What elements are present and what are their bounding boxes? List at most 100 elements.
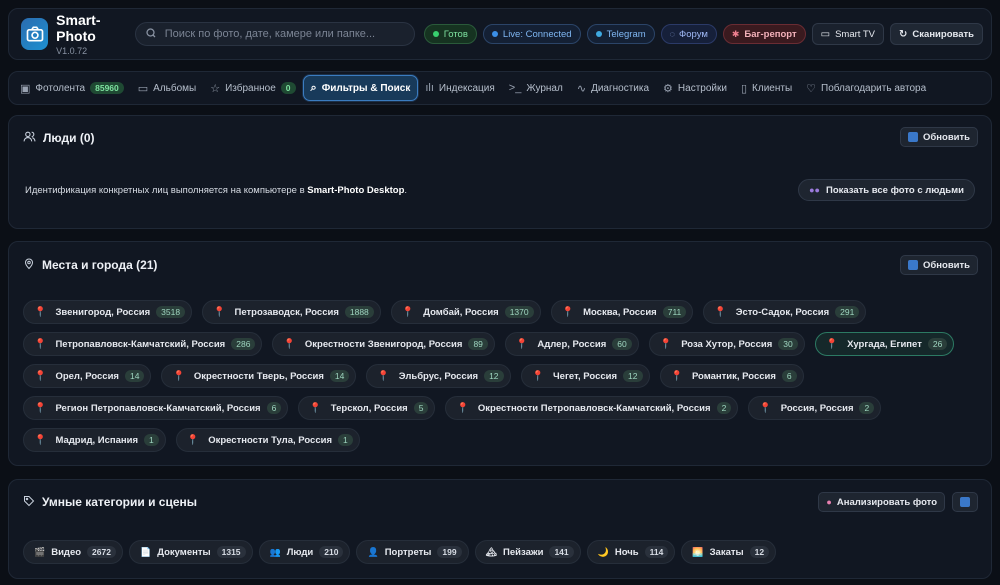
category-count: 12 [749, 546, 770, 558]
map-pin-icon: 📍 [309, 402, 322, 414]
refresh-icon [908, 132, 919, 142]
refresh-label: Обновить [923, 259, 970, 271]
tab-thank-author[interactable]: ♡ Поблагодарить автора [799, 75, 933, 101]
place-name: Окрестности Тверь, Россия [193, 370, 324, 382]
place-count: 60 [612, 338, 632, 350]
place-chip[interactable]: 📍 Роза Хутор, Россия 30 [648, 332, 805, 356]
place-chip[interactable]: 📍 Терскол, Россия 5 [298, 396, 436, 420]
category-chip[interactable]: 👤 Портреты 199 [356, 540, 469, 564]
place-chip[interactable]: 📍 Окрестности Звенигород, Россия 89 [272, 332, 495, 356]
scan-button[interactable]: ↻ Сканировать [890, 23, 983, 45]
tv-icon: ▭ [820, 28, 831, 40]
status-ready-label: Готов [443, 28, 468, 40]
analyze-photos-button[interactable]: ● Анализировать фото [818, 492, 945, 512]
place-name: Терскол, Россия [330, 402, 408, 414]
category-chip[interactable]: 👥 Люди 210 [258, 540, 351, 564]
place-chip[interactable]: 📍 Эльбрус, Россия 12 [366, 364, 511, 388]
category-icon: 🌅 [692, 546, 704, 557]
map-pin-icon: 📍 [714, 306, 727, 318]
place-name: Россия, Россия [780, 402, 854, 414]
tab-journal[interactable]: >_ Журнал [502, 75, 570, 101]
place-name: Петрозаводск, Россия [234, 306, 339, 318]
tab-label: Поблагодарить автора [821, 82, 927, 94]
smart-tv-button[interactable]: ▭ Smart TV [811, 23, 885, 45]
place-chip[interactable]: 📍 Регион Петропавловск-Камчатский, Россия… [23, 396, 289, 420]
place-chip[interactable]: 📍 Чегет, Россия 12 [520, 364, 650, 388]
map-pin-icon: 📍 [515, 338, 529, 350]
tab-count-badge: 85960 [90, 82, 124, 94]
place-chip[interactable]: 📍 Петропавловск-Камчатский, Россия 286 [23, 332, 263, 356]
place-chip[interactable]: 📍 Москва, Россия 711 [550, 300, 694, 324]
place-chip[interactable]: 📍 Орел, Россия 14 [23, 364, 152, 388]
search-input[interactable] [164, 28, 405, 40]
search-icon: ⌕ [310, 81, 317, 94]
map-pin-icon: 📍 [531, 370, 544, 382]
terminal-icon: >_ [508, 82, 522, 94]
place-chip[interactable]: 📍 Окрестности Тула, Россия 1 [175, 428, 360, 452]
telegram-button[interactable]: Telegram [586, 24, 655, 44]
category-count: 1315 [216, 546, 246, 558]
category-chip[interactable]: 📄 Документы 1315 [128, 540, 253, 564]
place-name: Романтик, Россия [691, 370, 776, 382]
tab-albums[interactable]: ▭ Альбомы [131, 75, 203, 101]
place-chip[interactable]: 📍 Звенигород, Россия 3518 [23, 300, 193, 324]
show-all-label: Показать все фото с людьми [825, 184, 964, 196]
search-box[interactable] [134, 22, 415, 46]
tab-settings[interactable]: ⚙ Настройки [656, 75, 734, 101]
place-chip[interactable]: 📍 Хургада, Египет 26 [814, 332, 955, 356]
bug-icon: ✱ [731, 28, 740, 39]
info-text: Идентификация конкретных лиц выполняется… [25, 185, 308, 196]
place-count: 1888 [344, 306, 374, 318]
place-name: Окрестности Петропавловск-Камчатский, Ро… [477, 402, 711, 414]
tab-filters-search[interactable]: ⌕ Фильтры & Поиск [302, 75, 419, 101]
place-chip[interactable]: 📍 Адлер, Россия 60 [504, 332, 639, 356]
main-tabs: ▣ Фотолента 85960 ▭ Альбомы ☆ Избранное … [8, 71, 992, 105]
place-name: Орел, Россия [55, 370, 119, 382]
place-chip[interactable]: 📍 Эсто-Садок, Россия 291 [703, 300, 867, 324]
place-count: 3518 [156, 306, 186, 318]
bug-report-label: Баг-репорт [744, 28, 797, 40]
people-refresh-button[interactable]: Обновить [900, 127, 978, 147]
tab-label: Избранное [225, 82, 276, 94]
chat-bubble-icon: ◌ [669, 29, 676, 39]
place-chip[interactable]: 📍 Россия, Россия 2 [748, 396, 882, 420]
place-chip[interactable]: 📍 Романтик, Россия 6 [659, 364, 804, 388]
place-chip[interactable]: 📍 Окрестности Петропавловск-Камчатский, Р… [445, 396, 739, 420]
map-pin-icon [23, 257, 35, 273]
place-chip[interactable]: 📍 Домбай, Россия 1370 [390, 300, 541, 324]
map-pin-icon: 📍 [283, 338, 296, 350]
people-title: Люди (0) [43, 131, 95, 145]
camera-logo-icon [21, 18, 49, 50]
people-card-header: Люди (0) [23, 116, 95, 160]
smart-categories-card: Умные категории и сцены ● Анализировать … [8, 479, 992, 579]
place-chip[interactable]: 📍 Мадрид, Испания 1 [23, 428, 166, 452]
place-chip[interactable]: 📍 Окрестности Тверь, Россия 14 [161, 364, 357, 388]
tab-favorites[interactable]: ☆ Избранное 0 [203, 75, 302, 101]
bug-report-button[interactable]: ✱ Баг-репорт [722, 24, 806, 44]
tab-clients[interactable]: ▯ Клиенты [734, 75, 799, 101]
category-chip[interactable]: 🌅 Закаты 12 [681, 540, 777, 564]
smart-refresh-button[interactable] [952, 492, 978, 512]
places-refresh-button[interactable]: Обновить [900, 255, 978, 275]
category-chip[interactable]: 🏔 Пейзажи 141 [474, 540, 581, 564]
place-count: 14 [329, 370, 350, 382]
tab-diagnostics[interactable]: ∿ Диагностика [570, 75, 656, 101]
place-count: 26 [927, 338, 948, 350]
forum-button[interactable]: ◌ Форум [660, 24, 717, 44]
app-name: Smart-Photo [56, 12, 101, 44]
phone-icon: ▯ [740, 82, 748, 95]
place-name: Мадрид, Испания [55, 434, 139, 446]
category-icon: 🏔 [485, 546, 498, 557]
show-all-people-button[interactable]: ●● Показать все фото с людьми [798, 179, 975, 201]
tab-photofeed[interactable]: ▣ Фотолента 85960 [13, 75, 131, 101]
place-count: 89 [468, 338, 488, 350]
place-chip[interactable]: 📍 Петрозаводск, Россия 1888 [202, 300, 381, 324]
category-chip[interactable]: 🌙 Ночь 114 [586, 540, 676, 564]
folder-icon: ▭ [137, 82, 149, 95]
category-chip[interactable]: 🎬 Видео 2672 [23, 540, 123, 564]
tab-indexing[interactable]: ılı Индексация [418, 75, 501, 101]
live-label: Live: Connected [502, 28, 572, 40]
category-name: Люди [286, 546, 314, 558]
bar-chart-icon: ılı [425, 82, 434, 94]
map-pin-icon: 📍 [34, 370, 47, 382]
